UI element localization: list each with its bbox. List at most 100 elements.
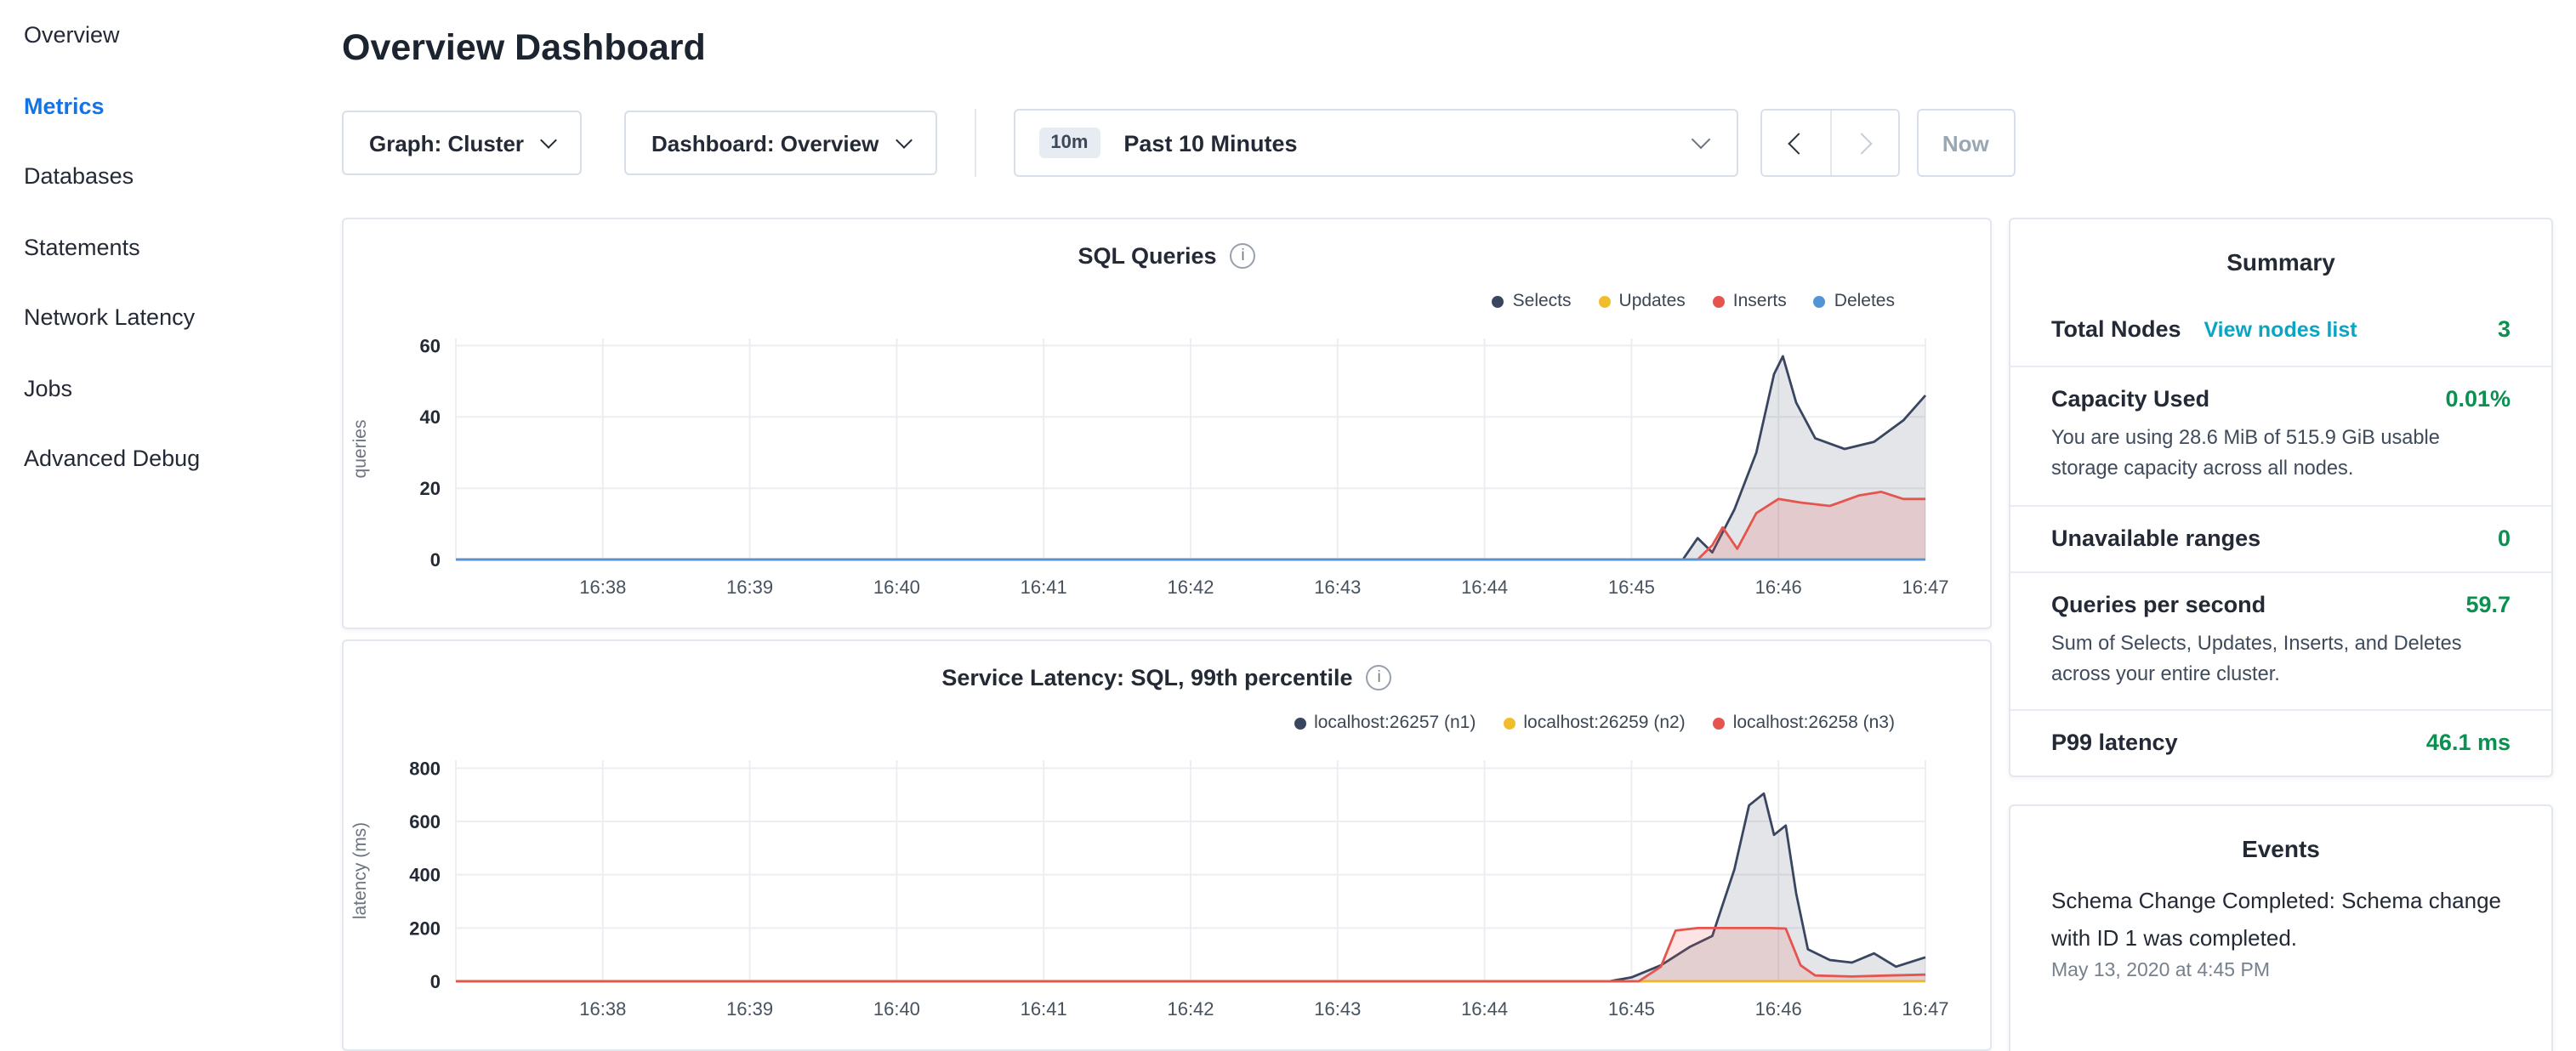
svg-text:200: 200 [409, 917, 441, 939]
svg-text:60: 60 [420, 335, 441, 356]
info-icon[interactable]: i [1367, 665, 1392, 690]
controls-divider [974, 109, 975, 177]
sidebar-item-statements[interactable]: Statements [0, 212, 342, 282]
legend-dot-icon [1599, 295, 1611, 307]
service-latency-chart: 0 200 400 600 800 16:38 16:39 16:40 16:41 16:42 16… [344, 736, 1990, 1029]
legend-dot-icon [1814, 295, 1826, 307]
svg-text:16:38: 16:38 [579, 998, 626, 1020]
summary-panel: Summary Total Nodes View nodes list 3 [2009, 218, 2553, 777]
stat-queries-per-second: Queries per second 59.7 Sum of Selects, … [2010, 571, 2551, 709]
sidebar-item-databases[interactable]: Databases [0, 141, 342, 212]
svg-text:16:47: 16:47 [1902, 577, 1948, 598]
chart-title: SQL Queries [1078, 243, 1216, 269]
svg-text:16:40: 16:40 [873, 998, 920, 1020]
stat-total-nodes: Total Nodes View nodes list 3 [2010, 296, 2551, 366]
svg-text:16:42: 16:42 [1167, 998, 1214, 1020]
chevron-down-icon [895, 131, 912, 148]
dashboard-select-dropdown[interactable]: Dashboard: Overview [624, 111, 936, 175]
legend-item: Selects [1493, 291, 1572, 311]
svg-text:0: 0 [430, 549, 441, 571]
svg-text:16:46: 16:46 [1755, 577, 1802, 598]
sidebar-item-network-latency[interactable]: Network Latency [0, 282, 342, 353]
svg-text:600: 600 [409, 811, 441, 832]
sql-queries-chart: 0 20 40 60 16:38 16:39 16:40 16:41 16:42 16:43 16:… [344, 315, 1990, 607]
svg-text:16:42: 16:42 [1167, 577, 1214, 598]
legend-item: localhost:26257 (n1) [1294, 713, 1476, 733]
legend-dot-icon [1713, 717, 1725, 729]
dashboard-select-label: Dashboard: Overview [651, 130, 879, 156]
svg-text:400: 400 [409, 865, 441, 886]
svg-text:20: 20 [420, 478, 441, 499]
main-content: Overview Dashboard Graph: Cluster Dashbo… [342, 0, 2576, 1051]
svg-text:16:45: 16:45 [1608, 998, 1655, 1020]
svg-text:16:47: 16:47 [1902, 998, 1948, 1020]
time-step-back-button[interactable] [1761, 111, 1829, 175]
event-timestamp: May 13, 2020 at 4:45 PM [2010, 956, 2551, 981]
stat-capacity-used: Capacity Used 0.01% You are using 28.6 M… [2010, 366, 2551, 504]
app-root: Overview Metrics Databases Statements Ne… [0, 0, 2576, 1051]
svg-text:16:43: 16:43 [1314, 577, 1361, 598]
event-list-item: Schema Change Completed: Schema change w… [2010, 883, 2551, 981]
legend-item: Deletes [1814, 291, 1895, 311]
time-range-label: Past 10 Minutes [1123, 130, 1297, 156]
svg-text:800: 800 [409, 758, 441, 779]
svg-text:16:38: 16:38 [579, 577, 626, 598]
dashboard-controls: Graph: Cluster Dashboard: Overview 10m P… [342, 109, 2576, 177]
legend-item: Updates [1599, 291, 1686, 311]
chevron-down-icon [540, 131, 557, 148]
graph-scope-label: Graph: Cluster [369, 130, 524, 156]
stat-label: Total Nodes [2051, 316, 2181, 342]
stat-p99-latency: P99 latency 46.1 ms [2010, 709, 2551, 775]
summary-title: Summary [2010, 219, 2551, 296]
svg-text:16:41: 16:41 [1021, 577, 1067, 598]
event-text: Schema Change Completed: Schema change w… [2010, 883, 2551, 956]
svg-text:16:44: 16:44 [1461, 577, 1508, 598]
legend-item: localhost:26258 (n3) [1713, 713, 1895, 733]
svg-text:16:44: 16:44 [1461, 998, 1508, 1020]
service-latency-panel: Service Latency: SQL, 99th percentile i … [342, 639, 1992, 1051]
stat-label: Unavailable ranges [2051, 525, 2260, 550]
stat-value: 46.1 ms [2426, 730, 2511, 755]
sql-queries-panel: SQL Queries i SelectsUpdatesInsertsDelet… [342, 218, 1992, 629]
svg-text:16:46: 16:46 [1755, 998, 1802, 1020]
view-nodes-list-link[interactable]: View nodes list [2204, 318, 2357, 342]
sidebar-item-metrics[interactable]: Metrics [0, 71, 342, 141]
right-sidebar: Summary Total Nodes View nodes list 3 [2009, 218, 2553, 1051]
time-range-badge: 10m [1038, 128, 1100, 158]
stat-value: 0.01% [2445, 386, 2511, 412]
stat-value: 0 [2498, 525, 2511, 550]
now-button[interactable]: Now [1916, 109, 2015, 177]
sidebar-item-advanced-debug[interactable]: Advanced Debug [0, 423, 342, 494]
legend-dot-icon [1294, 717, 1305, 729]
svg-text:16:39: 16:39 [726, 998, 773, 1020]
chart-title: Service Latency: SQL, 99th percentile [941, 665, 1352, 690]
sidebar-item-jobs[interactable]: Jobs [0, 353, 342, 423]
chevron-down-icon [1691, 130, 1710, 150]
time-step-buttons [1760, 109, 1899, 177]
svg-text:16:43: 16:43 [1314, 998, 1361, 1020]
svg-text:0: 0 [430, 971, 441, 992]
svg-text:16:40: 16:40 [873, 577, 920, 598]
chart-legend: localhost:26257 (n1)localhost:26259 (n2)… [1294, 713, 1895, 733]
svg-text:16:41: 16:41 [1021, 998, 1067, 1020]
legend-dot-icon [1493, 295, 1504, 307]
svg-text:16:39: 16:39 [726, 577, 773, 598]
legend-dot-icon [1713, 295, 1725, 307]
sidebar-item-overview[interactable]: Overview [0, 0, 342, 71]
page-title: Overview Dashboard [342, 24, 2576, 71]
graph-scope-dropdown[interactable]: Graph: Cluster [342, 111, 582, 175]
svg-text:40: 40 [420, 406, 441, 428]
stat-label: Queries per second [2051, 591, 2266, 616]
stat-value: 3 [2498, 316, 2511, 342]
time-step-forward-button[interactable] [1829, 111, 1897, 175]
chart-legend: SelectsUpdatesInsertsDeletes [1493, 291, 1895, 311]
events-panel: Events Schema Change Completed: Schema c… [2009, 804, 2553, 1051]
info-icon[interactable]: i [1231, 243, 1256, 269]
stat-label: Capacity Used [2051, 386, 2209, 412]
chevron-right-icon [1851, 132, 1873, 153]
events-title: Events [2010, 806, 2551, 883]
stat-description: You are using 28.6 MiB of 515.9 GiB usab… [2051, 422, 2511, 484]
time-range-picker[interactable]: 10m Past 10 Minutes [1013, 109, 1737, 177]
svg-text:latency (ms): latency (ms) [350, 822, 370, 919]
charts-column: SQL Queries i SelectsUpdatesInsertsDelet… [342, 218, 1992, 1051]
